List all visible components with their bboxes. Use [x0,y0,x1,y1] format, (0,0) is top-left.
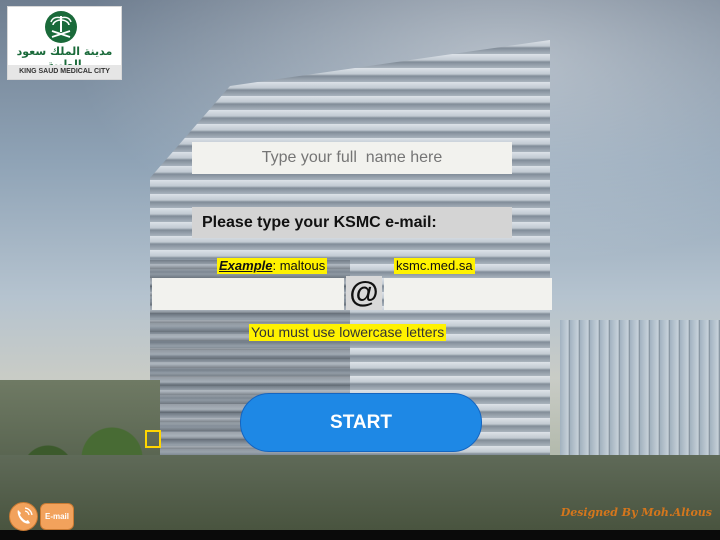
selection-marker [145,430,161,448]
email-button[interactable]: E-mail [40,503,74,530]
full-name-input[interactable] [192,142,512,174]
email-username-input[interactable] [152,278,344,310]
designer-credit: Designed By Moh.Altous [560,506,712,519]
palm-swords-emblem-icon [45,11,77,43]
bottom-strip [0,530,720,540]
example-value: : maltous [272,258,326,273]
email-label: Please type your KSMC e-mail: [192,207,512,238]
example-label: Example [219,258,273,273]
phone-icon [17,507,33,524]
logo-english-text: KING SAUD MEDICAL CITY [8,65,121,79]
start-button[interactable]: START [240,393,482,452]
ksmc-logo: مدينة الملك سعود الطبية KING SAUD MEDICA… [7,6,122,80]
at-symbol: @ [346,276,382,310]
email-example: Example: maltous [217,258,328,274]
background-building-right [560,320,720,470]
email-domain-hint: ksmc.med.sa [394,258,475,274]
email-domain-input[interactable] [384,278,552,310]
lowercase-warning: You must use lowercase letters [249,324,447,341]
phone-button[interactable] [9,502,38,531]
